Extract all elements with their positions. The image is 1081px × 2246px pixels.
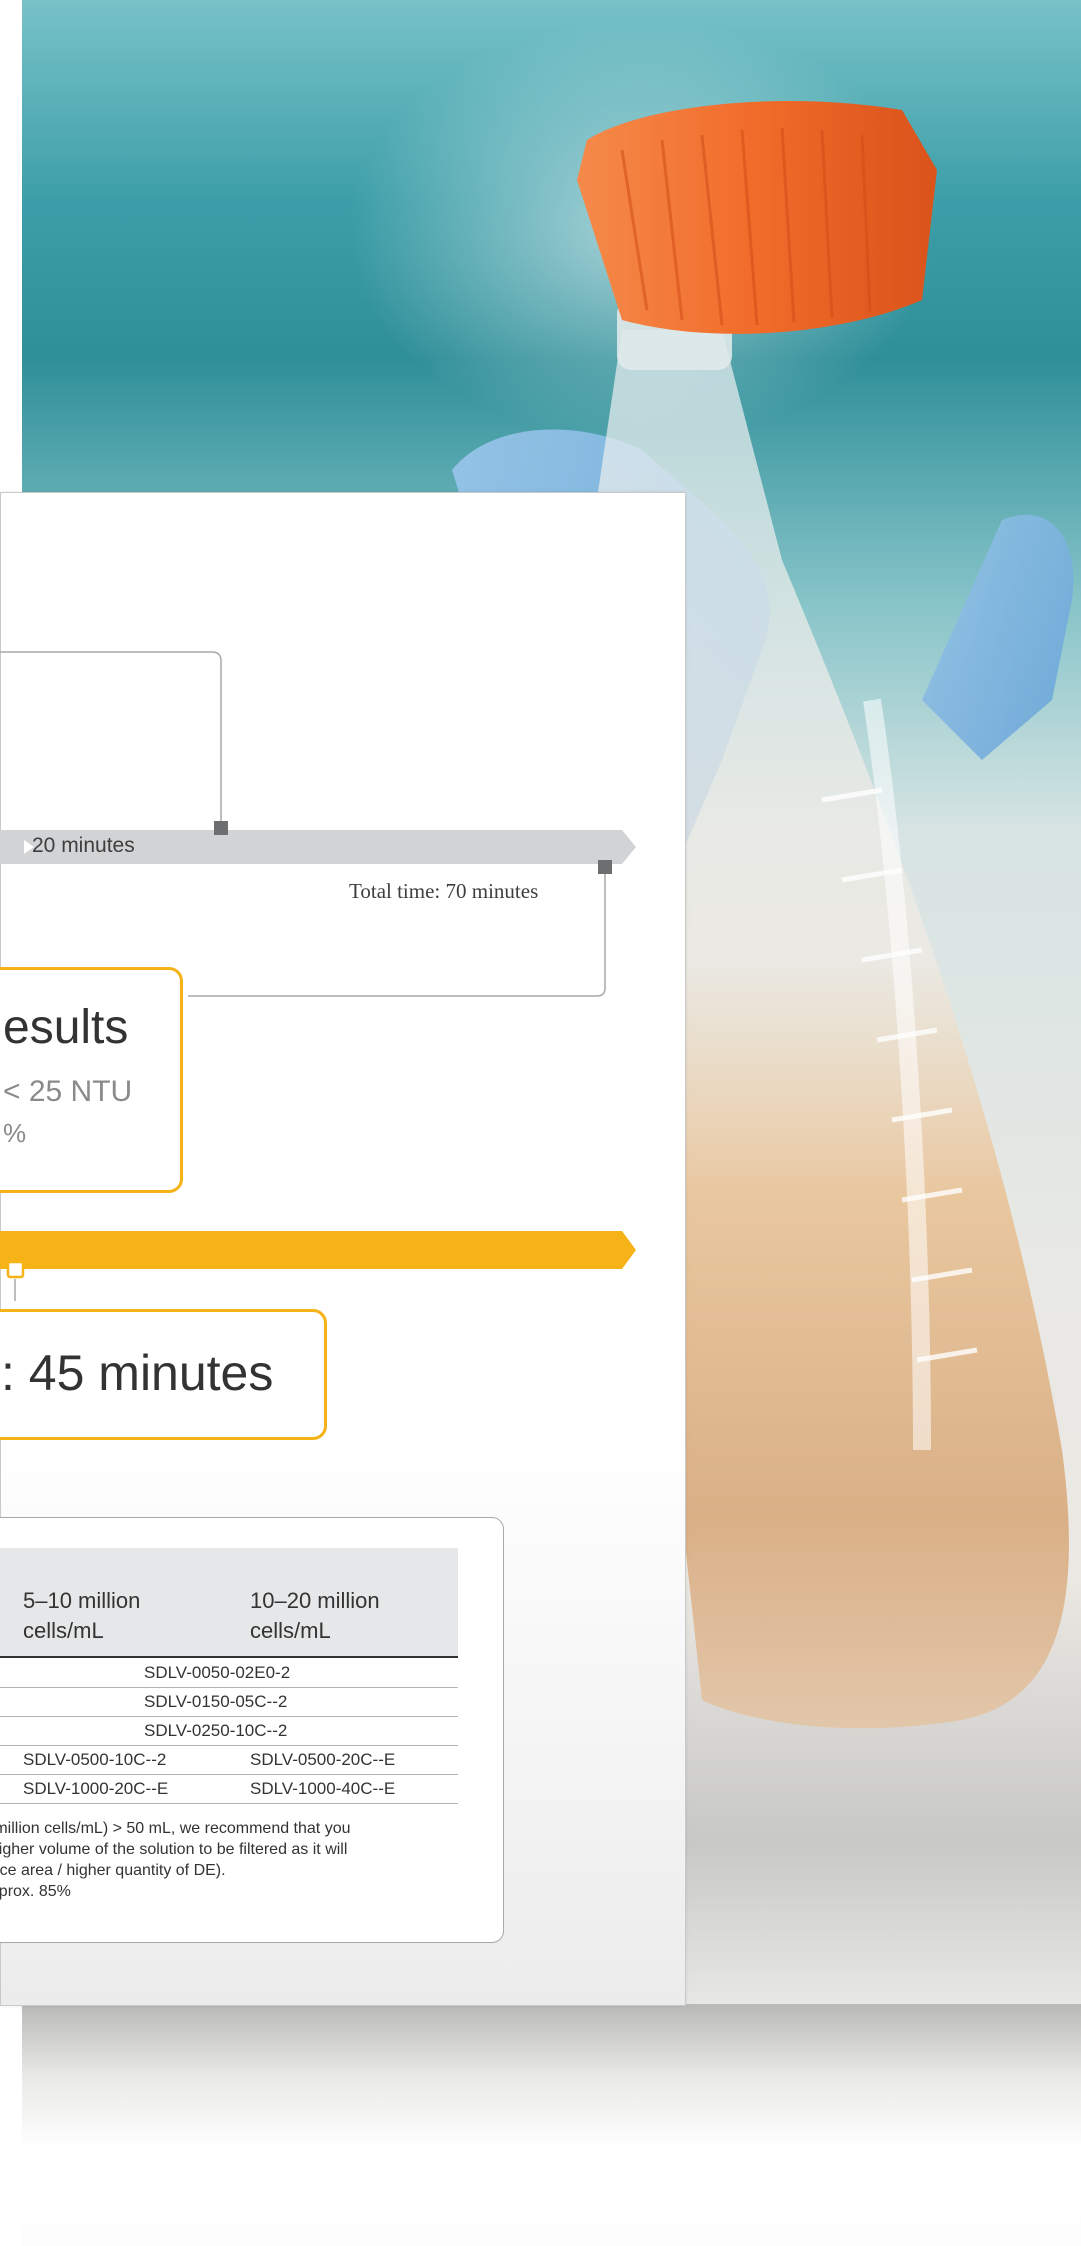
row5-col1: SDLV-1000-20C--E: [23, 1779, 169, 1798]
faster-time: : 45 minutes: [1, 1345, 274, 1401]
table-note-4: approx. 85%: [0, 1883, 71, 1900]
table-row: SDLV-0150-05C--2: [0, 1687, 458, 1717]
results-box: esults < 25 NTU %: [0, 967, 183, 1193]
table-row: SDLV-0050-02E0-2: [0, 1658, 458, 1688]
faster-time-box: : 45 minutes: [0, 1309, 327, 1440]
bar-marker-2: [598, 860, 612, 874]
table-row: SDLV-1000-20C--E SDLV-1000-40C--E: [0, 1774, 458, 1804]
card-content-layer: 20 minutes Total time: 70 minutes esults…: [0, 0, 1081, 2246]
header-col2-line2: cells/mL: [250, 1618, 331, 1643]
header-col1-line1: 5–10 million: [23, 1588, 141, 1613]
table-note-3: rface area / higher quantity of DE).: [0, 1862, 226, 1879]
results-turbidity: < 25 NTU: [3, 1075, 133, 1108]
results-percent: %: [3, 1118, 27, 1148]
row3-span: SDLV-0250-10C--2: [144, 1721, 288, 1740]
table-note-2: t higher volume of the solution to be fi…: [0, 1841, 348, 1858]
row2-span: SDLV-0150-05C--2: [144, 1692, 288, 1711]
yellow-timeline-bar: [0, 1231, 636, 1269]
timeline-total-time: Total time: 70 minutes: [349, 879, 539, 903]
table-row: SDLV-0250-10C--2: [0, 1716, 458, 1746]
row4-col2: SDLV-0500-20C--E: [250, 1750, 396, 1769]
filter-selection-table: 5–10 million cells/mL 10–20 million cell…: [0, 1517, 504, 1943]
yellow-bar-marker: [6, 1260, 25, 1279]
results-title: esults: [3, 1001, 129, 1054]
table-header: 5–10 million cells/mL 10–20 million cell…: [0, 1548, 458, 1658]
table-row: SDLV-0500-10C--2 SDLV-0500-20C--E: [0, 1745, 458, 1775]
row4-col1: SDLV-0500-10C--2: [23, 1750, 167, 1769]
row5-col2: SDLV-1000-40C--E: [250, 1779, 396, 1798]
bar-marker-1: [214, 821, 228, 835]
header-col1-line2: cells/mL: [23, 1618, 104, 1643]
top-bracket-line: [0, 651, 222, 822]
row1-span: SDLV-0050-02E0-2: [144, 1663, 291, 1682]
table-note-1: 0 million cells/mL) > 50 mL, we recommen…: [0, 1820, 351, 1837]
timeline-step-time: 20 minutes: [32, 834, 135, 857]
header-col2-line1: 10–20 million: [250, 1588, 380, 1613]
